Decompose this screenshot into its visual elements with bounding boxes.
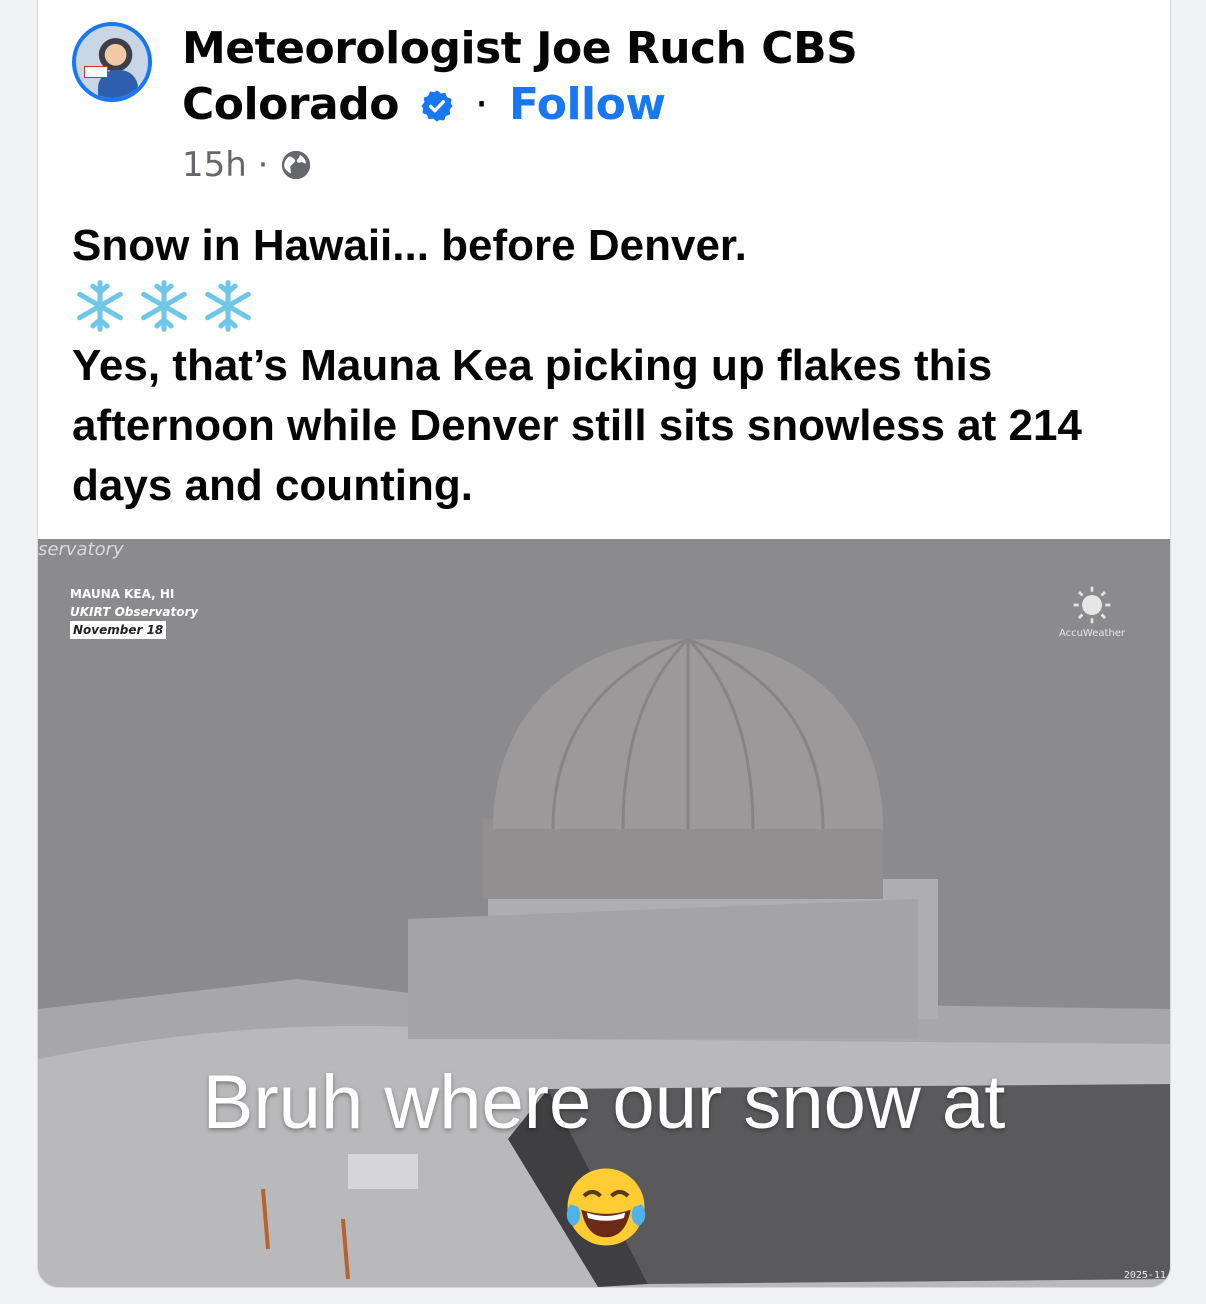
verified-badge-icon xyxy=(421,90,453,122)
post-text-line2: Yes, that’s Mauna Kea picking up flakes … xyxy=(72,341,1082,510)
video-watermark: servatory xyxy=(38,539,124,560)
post-body: Snow in Hawaii... before Denver. Yes, th… xyxy=(72,216,1152,516)
tears-of-joy-emoji-icon xyxy=(566,1168,646,1246)
video-timestamp: 2025-11 xyxy=(1123,1270,1166,1281)
snowflake-emoji-row xyxy=(72,276,1152,336)
avatar-badge xyxy=(84,66,108,78)
author-avatar[interactable] xyxy=(72,22,152,102)
location-date: November 18 xyxy=(70,621,167,639)
post-card: Meteorologist Joe Ruch CBS Colorado · Fo… xyxy=(37,0,1171,1288)
snowflake-icon xyxy=(77,280,123,332)
post-meta: 15h · xyxy=(182,145,313,185)
meta-separator: · xyxy=(257,145,269,185)
author-line: Meteorologist Joe Ruch CBS Colorado · Fo… xyxy=(182,21,962,133)
post-time[interactable]: 15h xyxy=(182,145,247,185)
snowflake-icon xyxy=(141,280,187,332)
brand-logo: AccuWeather xyxy=(1052,585,1132,639)
location-site: UKIRT Observatory xyxy=(70,605,199,619)
brand-name: AccuWeather xyxy=(1058,628,1126,639)
video-caption: Bruh where our snow at xyxy=(202,1060,1006,1145)
author-separator: · xyxy=(474,79,489,130)
sun-icon xyxy=(1073,586,1111,624)
follow-button[interactable]: Follow xyxy=(509,79,666,130)
post-video[interactable]: servatory MAUNA KEA, HI UKIRT Observator… xyxy=(38,539,1170,1287)
post-text-line1: Snow in Hawaii... before Denver. xyxy=(72,221,747,270)
snowflake-icon xyxy=(205,280,251,332)
location-name: MAUNA KEA, HI xyxy=(70,587,175,601)
location-overlay: MAUNA KEA, HI UKIRT Observatory November… xyxy=(70,585,198,639)
globe-icon[interactable] xyxy=(279,148,313,182)
